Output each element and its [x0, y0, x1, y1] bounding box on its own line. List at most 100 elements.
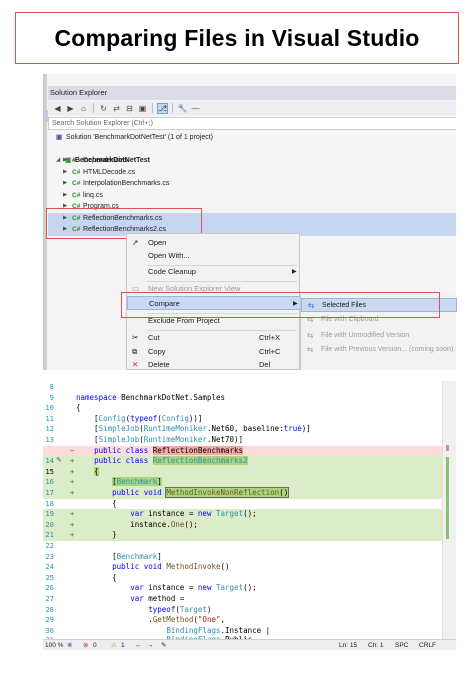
tree-item-file[interactable]: ▶ C# HTMLDecode.cs	[48, 167, 456, 179]
compare-icon: ⇆	[307, 331, 314, 340]
line-number: 12	[45, 424, 54, 434]
code-text: {	[76, 572, 117, 582]
tree-item-file[interactable]: ▶ C# linq.cs	[48, 190, 456, 202]
tree-item-solution[interactable]: ▣ Solution 'BenchmarkDotNetTest' (1 of 1…	[48, 132, 456, 144]
edit-pencil-icon[interactable]: ✎	[56, 456, 62, 464]
code-line-added[interactable]: 15 + {	[43, 466, 442, 478]
editor-bottom-strip	[43, 650, 456, 662]
menu-item-copy[interactable]: ⧉ Copy Ctrl+C	[127, 345, 301, 359]
tree-item-label: Solution 'BenchmarkDotNetTest' (1 of 1 p…	[66, 134, 214, 141]
code-line[interactable]: 12 [SimpleJob(RuntimeMoniker.Net60, base…	[43, 424, 442, 435]
panel-title: Solution Explorer	[50, 88, 108, 97]
line-number: 17	[45, 488, 54, 497]
code-line[interactable]: 26 var instance = new Target();	[43, 583, 442, 594]
code-line[interactable]: 8	[43, 382, 442, 393]
diff-added-marker: +	[70, 466, 75, 476]
collapse-all-icon[interactable]: ⊟	[124, 103, 135, 114]
code-line[interactable]: 29 .GetMethod("One",	[43, 615, 442, 626]
code-text: var instance = new Target();	[130, 509, 257, 519]
search-placeholder: Search Solution Explorer (Ctrl+;)	[52, 120, 153, 127]
code-text: [SimpleJob(RuntimeMoniker.Net70)]	[76, 435, 244, 444]
menu-item-code-cleanup[interactable]: Code Cleanup ▶	[127, 265, 301, 279]
code-text: var instance = new Target();	[130, 583, 257, 593]
submenu-item-label: File with Previous Version... (coming so…	[321, 346, 454, 353]
line-number: 22	[45, 541, 54, 550]
expand-arrow-icon[interactable]: ▶	[63, 167, 67, 179]
code-line-added[interactable]: 14 ✎ + public class ReflectionBenchmarks…	[43, 456, 442, 467]
code-line-added[interactable]: 16 + [Benchmark]	[43, 477, 442, 488]
editor-status-bar: 100 % ❀ ⊗ 0 ⚠ 1 ← → ✎ Ln: 15 Ch: 1 SPC C…	[43, 639, 456, 650]
code-line[interactable]: 22	[43, 541, 442, 552]
code-line[interactable]: 13 [SimpleJob(RuntimeMoniker.Net70)]	[43, 435, 442, 446]
tree-item-dependencies[interactable]: ▶ # Dependencies	[48, 155, 456, 167]
submenu-item-file-with-previous-version[interactable]: ⇆ File with Previous Version... (coming …	[301, 343, 457, 357]
code-text: {	[76, 403, 81, 413]
sync-icon[interactable]: ⇄	[111, 103, 122, 114]
code-line-added[interactable]: 17 + public void MethodInvokeNonReflecti…	[43, 487, 442, 499]
line-number: 15	[45, 466, 54, 476]
back-icon[interactable]: ◀	[52, 103, 63, 114]
home-icon[interactable]: ⌂	[78, 103, 89, 114]
code-line[interactable]: 10 {	[43, 403, 442, 414]
expand-arrow-icon[interactable]: ▶	[63, 190, 67, 202]
code-line-removed[interactable]: − public class ReflectionBenchmarks	[43, 445, 442, 457]
line-number: 21	[45, 530, 54, 540]
delete-icon: ✕	[132, 360, 139, 369]
compare-highlight	[121, 292, 440, 318]
code-line[interactable]: 23 [Benchmark]	[43, 552, 442, 563]
code-text: [SimpleJob(RuntimeMoniker.Net60, baselin…	[76, 424, 311, 434]
menu-item-label: Code Cleanup	[148, 267, 196, 276]
csharp-file-icon: C#	[72, 168, 81, 176]
submenu-item-file-with-unmodified-version[interactable]: ⇆ File with Unmodified Version	[301, 329, 457, 343]
menu-item-open-with[interactable]: Open With...	[127, 249, 301, 263]
code-line[interactable]: 28 typeof(Target)	[43, 605, 442, 616]
solution-tree: ▣ Solution 'BenchmarkDotNetTest' (1 of 1…	[48, 132, 456, 164]
code-text: }	[76, 530, 117, 540]
menu-item-delete[interactable]: ✕ Delete Del	[127, 358, 301, 372]
csharp-file-icon: C#	[72, 180, 81, 187]
menu-item-shortcut: Ctrl+C	[259, 347, 281, 356]
forward-icon[interactable]: ▶	[65, 103, 76, 114]
diff-added-marker: +	[70, 477, 75, 487]
line-number: 16	[45, 477, 54, 487]
code-line-added[interactable]: 21 + }	[43, 530, 442, 541]
code-line[interactable]: 18 {	[43, 499, 442, 510]
code-line[interactable]: 27 var method =	[43, 594, 442, 605]
scroll-removed-marker	[446, 445, 449, 451]
line-number: 9	[49, 392, 54, 402]
code-line[interactable]: 11 [Config(typeof(Config))]	[43, 414, 442, 425]
code-line[interactable]: 25 {	[43, 573, 442, 584]
menu-item-label: Delete	[148, 360, 170, 369]
line-number: 30	[45, 625, 54, 635]
code-line-added[interactable]: 19 + var instance = new Target();	[43, 509, 442, 520]
title-banner: Comparing Files in Visual Studio	[15, 12, 459, 64]
menu-item-label: Cut	[148, 333, 160, 342]
code-text: .GetMethod("One",	[76, 615, 226, 625]
code-text: {	[94, 466, 99, 476]
show-all-files-icon[interactable]: ▣	[137, 103, 148, 114]
search-input[interactable]: Search Solution Explorer (Ctrl+;)	[48, 117, 456, 130]
diff-added-marker: +	[70, 509, 75, 519]
menu-item-shortcut: Del	[259, 360, 271, 369]
diff-added-marker: +	[70, 530, 75, 540]
menu-item-open[interactable]: ↗ Open	[127, 236, 301, 250]
preview-icon[interactable]: —	[190, 103, 201, 114]
properties-wrench-icon[interactable]: 🔧	[177, 103, 188, 114]
history-icon[interactable]: ↻	[98, 103, 109, 114]
tree-item-project[interactable]: ◢ ▣ BenchmarkDotNetTest	[48, 144, 456, 164]
tree-item-file[interactable]: ▶ C# InterpolationBenchmarks.cs	[48, 178, 456, 190]
code-line[interactable]: 24 public void MethodInvoke()	[43, 562, 442, 573]
code-line-added[interactable]: 20 + instance.One();	[43, 519, 442, 531]
compare-icon: ⇆	[307, 345, 314, 354]
code-text: public class ReflectionBenchmarks	[94, 445, 244, 455]
code-line[interactable]: 9 namespace BenchmarkDotNet.Samples	[43, 393, 442, 404]
filter-icon[interactable]: ⎇	[157, 102, 168, 114]
editor-scrollbar[interactable]	[442, 381, 456, 639]
code-text: {	[76, 498, 117, 508]
expand-arrow-icon[interactable]: ▶	[63, 155, 67, 167]
expand-arrow-icon[interactable]: ▶	[63, 178, 67, 190]
code-text: BindingFlags.Instance |	[166, 625, 271, 635]
code-text: public void MethodInvokeNonReflection()	[112, 487, 290, 498]
menu-item-cut[interactable]: ✂ Cut Ctrl+X	[127, 331, 301, 345]
code-text: public void MethodInvoke()	[112, 562, 230, 572]
